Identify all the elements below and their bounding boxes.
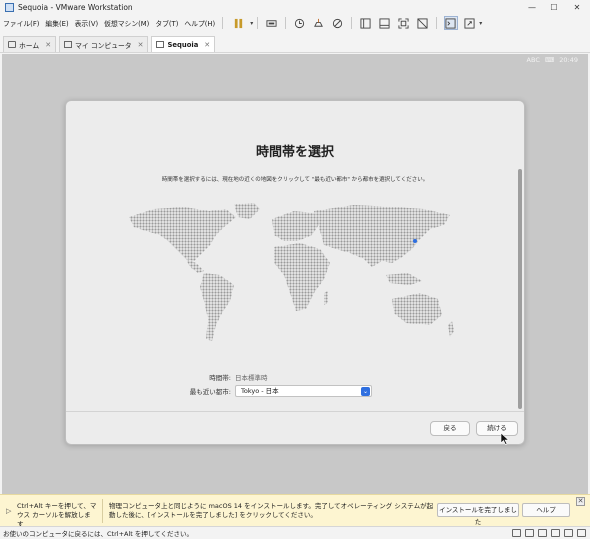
page-description: 時間帯を選択するには、現在地の近くの地図をクリックして "最も近い都市" から都… [161, 177, 429, 183]
release-cursor-hint: Ctrl+Alt キーを押して、マウス カーソルを解放します [17, 502, 97, 528]
chevron-down-icon[interactable]: ⌄ [361, 387, 370, 396]
display-icon[interactable] [577, 529, 586, 537]
send-keys-icon[interactable] [265, 16, 279, 30]
tab-home[interactable]: ホーム ✕ [3, 36, 57, 52]
window-title: Sequoia - VMware Workstation [18, 2, 133, 12]
setup-assistant-window: 時間帯を選択 時間帯を選択するには、現在地の近くの地図をクリックして "最も近い… [65, 100, 525, 445]
sound-icon[interactable] [564, 529, 573, 537]
notice-separator [102, 499, 103, 523]
home-icon [8, 41, 16, 48]
install-notice-bar: ▷ Ctrl+Alt キーを押して、マウス カーソルを解放します 物理コンピュー… [0, 494, 590, 528]
timezone-value: 日本標準時 [235, 374, 268, 382]
tab-label: マイ コンピュータ [75, 41, 132, 50]
maximize-button[interactable]: ☐ [543, 0, 565, 14]
notice-close-icon[interactable]: ✕ [576, 497, 585, 506]
menu-view[interactable]: 表示(V) [72, 18, 102, 28]
menu-edit[interactable]: 編集(E) [42, 18, 71, 28]
menu-file[interactable]: ファイル(F) [0, 18, 42, 28]
cd-dvd-icon[interactable] [525, 529, 534, 537]
toolbar-separator [436, 17, 438, 29]
hard-disk-icon[interactable] [512, 529, 521, 537]
install-complete-button[interactable]: インストールを完了しました [437, 503, 519, 526]
toolbar-separator [257, 17, 259, 29]
scrollbar[interactable] [518, 169, 522, 409]
unity-icon[interactable] [416, 16, 430, 30]
guest-menubar-status: ABC ⌨ 20:49 [522, 56, 578, 64]
input-source[interactable]: ABC [527, 56, 540, 64]
menu-toolbar: ファイル(F) 編集(E) 表示(V) 仮想マシン(M) タブ(T) ヘルプ(H… [0, 14, 590, 32]
window-titlebar: Sequoia - VMware Workstation — ☐ ✕ [0, 0, 590, 14]
pause-icon[interactable] [230, 16, 248, 30]
vmware-app-icon [5, 2, 14, 12]
snapshot-icon[interactable] [293, 16, 307, 30]
device-icons [508, 529, 586, 537]
city-label: 最も近い都市: [189, 388, 231, 396]
close-icon[interactable]: ✕ [204, 41, 210, 49]
vm-icon [156, 41, 165, 48]
close-icon[interactable]: ✕ [45, 41, 51, 49]
keyboard-icon[interactable]: ⌨ [545, 56, 554, 64]
pointer-hint-icon: ▷ [6, 507, 12, 515]
tab-sequoia[interactable]: Sequoia ✕ [151, 36, 216, 52]
tab-my-computer[interactable]: マイ コンピュータ ✕ [59, 36, 149, 52]
guest-clock: 20:49 [559, 56, 578, 64]
close-icon[interactable]: ✕ [138, 41, 144, 49]
world-map[interactable] [124, 201, 460, 351]
console-icon[interactable] [443, 16, 458, 30]
timezone-row: 時間帯: 日本標準時 [176, 372, 268, 382]
city-value: Tokyo - 日本 [241, 387, 279, 395]
fullscreen-icon[interactable] [397, 16, 411, 30]
timezone-label: 時間帯: [209, 374, 231, 382]
menu-vm[interactable]: 仮想マシン(M) [101, 18, 152, 28]
status-text: お使いのコンピュータに戻るには、Ctrl+Alt を押してください。 [3, 530, 193, 538]
menu-tabs[interactable]: タブ(T) [152, 18, 181, 28]
help-button[interactable]: ヘルプ [522, 503, 570, 517]
vm-display[interactable]: ABC ⌨ 20:49 時間帯を選択 時間帯を選択するには、現在地の近くの地図を… [2, 54, 588, 494]
footer-divider [66, 411, 524, 412]
view-library-icon[interactable] [359, 16, 373, 30]
menu-help[interactable]: ヘルプ(H) [181, 18, 218, 28]
manage-snapshots-icon[interactable] [331, 16, 345, 30]
pause-dropdown-icon[interactable]: ▾ [250, 20, 253, 27]
toolbar-separator [285, 17, 287, 29]
close-button[interactable]: ✕ [566, 0, 588, 14]
computer-icon [64, 41, 73, 48]
continue-button[interactable]: 続ける [476, 421, 518, 436]
page-title: 時間帯を選択 [255, 145, 334, 160]
stretch-icon[interactable] [463, 16, 477, 30]
city-row: 最も近い都市: Tokyo - 日本 ⌄ [176, 385, 372, 397]
network-icon[interactable] [538, 529, 547, 537]
revert-snapshot-icon[interactable] [312, 16, 326, 30]
status-bar: お使いのコンピュータに戻るには、Ctrl+Alt を押してください。 [0, 526, 590, 539]
tab-label: Sequoia [167, 40, 199, 49]
thumbnail-icon[interactable] [378, 16, 392, 30]
tab-bar: ホーム ✕ マイ コンピュータ ✕ Sequoia ✕ [0, 34, 590, 53]
usb-icon[interactable] [551, 529, 560, 537]
mouse-cursor-icon [500, 433, 510, 445]
back-button[interactable]: 戻る [430, 421, 470, 436]
install-message: 物理コンピュータ上と同じように macOS 14 をインストールします。完了して… [109, 502, 434, 519]
closest-city-select[interactable]: Tokyo - 日本 ⌄ [235, 385, 372, 397]
toolbar-separator [351, 17, 353, 29]
tab-label: ホーム [19, 41, 40, 50]
selected-city-marker [413, 239, 417, 243]
toolbar-separator [222, 17, 224, 29]
minimize-button[interactable]: — [521, 0, 543, 14]
stretch-dropdown-icon[interactable]: ▾ [479, 20, 482, 27]
